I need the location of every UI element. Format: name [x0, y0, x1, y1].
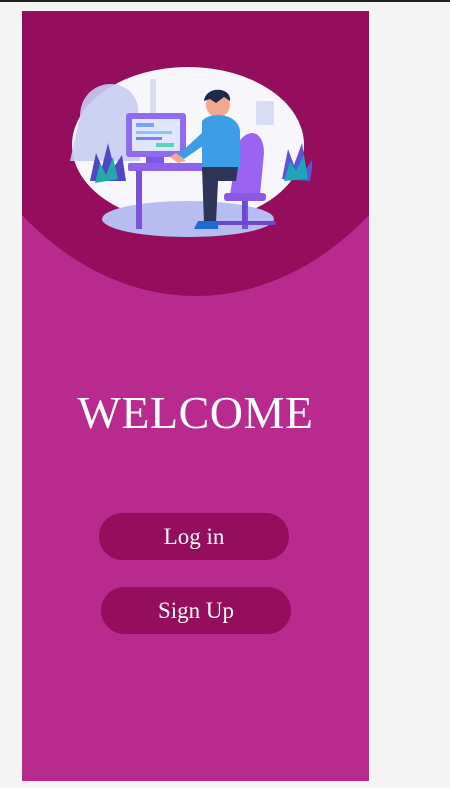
sign-up-button[interactable]: Sign Up	[101, 587, 291, 634]
person-working-at-desk-illustration	[70, 67, 312, 237]
log-in-button[interactable]: Log in	[99, 513, 289, 560]
welcome-screen: WELCOME Log in Sign Up	[22, 11, 369, 781]
window-top-border	[0, 0, 450, 2]
welcome-heading: WELCOME	[77, 387, 314, 438]
